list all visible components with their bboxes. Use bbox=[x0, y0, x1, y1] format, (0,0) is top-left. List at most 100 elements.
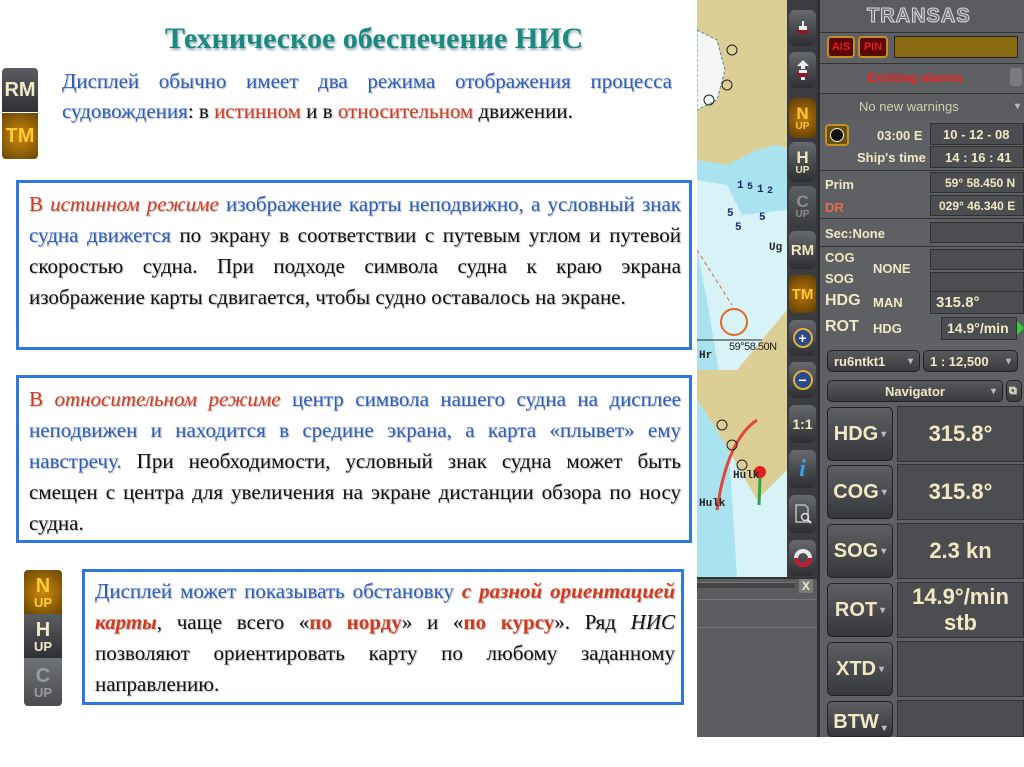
course-up-button: C UP bbox=[24, 658, 62, 706]
north-up-small: UP bbox=[33, 594, 53, 610]
cog-row-button[interactable]: COG ▾ bbox=[827, 465, 893, 519]
chevron-down-icon: ▾ bbox=[878, 663, 885, 675]
sog-row-button[interactable]: SOG ▾ bbox=[827, 524, 893, 578]
info-button[interactable]: i bbox=[789, 450, 816, 488]
rot-direction-icon bbox=[1017, 321, 1024, 335]
message-area: X bbox=[697, 577, 817, 737]
window-toggle-button[interactable]: ⧉ bbox=[1006, 380, 1022, 402]
chart-select[interactable]: ru6ntkt1 ▾ bbox=[827, 350, 920, 372]
btw-row-button[interactable]: BTW ▾ bbox=[827, 701, 893, 737]
clock-button[interactable] bbox=[825, 124, 849, 146]
box1-text-mode: истинном режиме bbox=[50, 192, 219, 216]
chevron-down-icon: ▾ bbox=[1015, 101, 1021, 112]
box3-text-nis: НИС bbox=[630, 610, 675, 634]
intro-text-6: движении. bbox=[473, 99, 573, 123]
ships-time-label: Ship's time bbox=[857, 150, 926, 165]
cog-label: COG bbox=[825, 250, 855, 265]
latitude-label: 59°58.50N bbox=[729, 341, 777, 353]
ship-icon bbox=[795, 21, 810, 34]
chart-search-button[interactable] bbox=[789, 495, 816, 533]
pin-button[interactable]: PIN bbox=[858, 36, 888, 58]
center-ship-button[interactable] bbox=[789, 52, 816, 88]
map-label-hulk: Hulk bbox=[733, 470, 760, 482]
relative-motion-text: В относительном режиме центр символа наш… bbox=[29, 384, 681, 539]
rm-label: RM bbox=[4, 79, 36, 101]
target-vector bbox=[757, 477, 762, 506]
cog-row-value: 315.8° bbox=[897, 464, 1024, 520]
chart-map[interactable]: 1 5 1 2 5 5 5 Ug 59°58.50N Hr Hulk Hulk bbox=[697, 0, 787, 577]
xtd-row-label: XTD bbox=[835, 657, 876, 680]
depth-sounding: 5 bbox=[727, 208, 734, 220]
zoom-out-button[interactable]: − bbox=[789, 362, 816, 398]
alarm-indicator bbox=[894, 36, 1018, 58]
brand-bar: TRANSAS bbox=[817, 0, 1024, 33]
own-ship-button[interactable] bbox=[789, 10, 816, 46]
chart-toolbar: N UP H UP C UP RM TM + − 1:1 i bbox=[787, 0, 817, 577]
date-value: 10 - 12 - 08 bbox=[943, 127, 1010, 142]
one-to-one-button[interactable]: 1:1 bbox=[789, 405, 816, 443]
map-label-hr: Hr bbox=[699, 350, 713, 362]
rot-row-label: ROT bbox=[834, 598, 878, 621]
lifebuoy-icon bbox=[793, 549, 812, 567]
head-up-button: H UP bbox=[24, 614, 62, 658]
alarms-scroll-button[interactable] bbox=[1010, 68, 1022, 86]
lifebuoy-button[interactable] bbox=[789, 540, 816, 576]
rot-source: HDG bbox=[873, 321, 902, 336]
north-up-toolbar-big: N bbox=[796, 103, 809, 123]
intro-text-relative: относительном bbox=[337, 99, 474, 123]
chevron-down-icon: ▾ bbox=[881, 723, 887, 734]
one-to-one-label: 1:1 bbox=[792, 416, 813, 432]
head-up-big: H bbox=[35, 618, 51, 641]
course-up-toolbar-button[interactable]: C UP bbox=[789, 186, 816, 226]
intro-text-2: : в bbox=[187, 99, 215, 123]
latitude-value: 59° 58.450 N bbox=[945, 176, 1016, 190]
divider bbox=[697, 599, 817, 600]
ais-button[interactable]: AIS bbox=[827, 36, 855, 58]
chevron-down-icon: ▾ bbox=[881, 545, 887, 557]
mode-select[interactable]: Navigator ▾ bbox=[827, 380, 1003, 402]
alarms-row[interactable]: Existing alarms bbox=[817, 63, 1024, 92]
rot-label: ROT bbox=[825, 318, 859, 335]
date-field: 10 - 12 - 08 bbox=[930, 123, 1024, 145]
orientation-box: Дисплей может показывать обстановку с ра… bbox=[82, 569, 684, 705]
sog-field bbox=[930, 272, 1024, 293]
xtd-row-button[interactable]: XTD ▾ bbox=[827, 642, 893, 696]
sog-row-value: 2.3 kn bbox=[897, 523, 1024, 579]
dr-label: DR bbox=[825, 200, 844, 215]
rot-row-button[interactable]: ROT ▾ bbox=[827, 583, 893, 637]
intro-text-4: и в bbox=[300, 99, 338, 123]
divider bbox=[817, 218, 1024, 219]
box3-text-9: позволяют ориентировать карту по любому … bbox=[95, 641, 675, 696]
orientation-text: Дисплей может показывать обстановку с ра… bbox=[95, 576, 675, 700]
sec-label: Sec:None bbox=[825, 226, 885, 241]
depth-sounding: 1 bbox=[757, 184, 764, 196]
warnings-row[interactable]: No new warnings ▾ bbox=[817, 93, 1024, 120]
existing-alarms-label: Existing alarms bbox=[867, 70, 964, 85]
north-up-toolbar-button[interactable]: N UP bbox=[789, 98, 816, 138]
prim-label: Prim bbox=[825, 177, 854, 192]
message-scrollbar[interactable] bbox=[697, 582, 795, 588]
true-motion-text: В истинном режиме изображение карты непо… bbox=[29, 189, 681, 313]
true-motion-box: В истинном режиме изображение карты непо… bbox=[16, 180, 692, 350]
head-up-toolbar-button[interactable]: H UP bbox=[789, 142, 816, 182]
depth-sounding: 1 bbox=[737, 180, 744, 192]
sog-label: SOG bbox=[825, 271, 854, 286]
divider bbox=[817, 170, 1024, 171]
zoom-in-button[interactable]: + bbox=[789, 320, 816, 356]
close-button[interactable]: X bbox=[799, 579, 813, 593]
hdg-row-value: 315.8° bbox=[897, 406, 1024, 462]
document-search-icon bbox=[794, 504, 812, 524]
rm-toolbar-button[interactable]: RM bbox=[789, 231, 816, 269]
course-up-big: C bbox=[35, 664, 51, 687]
time-zone: 03:00 E bbox=[877, 128, 923, 143]
chevron-down-icon: ▾ bbox=[990, 385, 996, 397]
chevron-down-icon: ▾ bbox=[881, 486, 887, 498]
longitude-field: 029° 46.340 E bbox=[930, 195, 1024, 216]
tm-toolbar-button[interactable]: TM bbox=[789, 275, 816, 313]
depth-sounding: 5 bbox=[735, 222, 742, 234]
cog-sog-source: NONE bbox=[873, 261, 911, 276]
chevron-down-icon: ▾ bbox=[907, 355, 913, 367]
scale-select[interactable]: 1 : 12,500 ▾ bbox=[923, 350, 1018, 372]
hdg-row-button[interactable]: HDG ▾ bbox=[827, 407, 893, 461]
cog-row-label: COG bbox=[833, 480, 879, 503]
